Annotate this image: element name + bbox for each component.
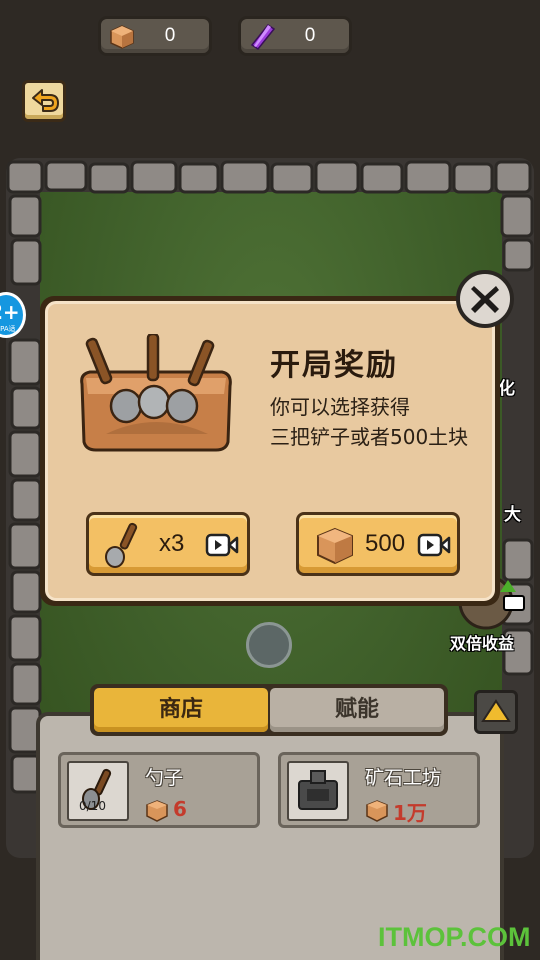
crystal-count: 0 bbox=[304, 25, 316, 46]
spoon-price: 6 bbox=[173, 797, 187, 821]
tab-shop[interactable]: 商店 bbox=[94, 688, 268, 732]
crystal-resource-counter: 0 bbox=[238, 16, 352, 56]
collapse-panel-button[interactable] bbox=[474, 690, 518, 734]
back-arrow-icon bbox=[32, 89, 59, 112]
workshop-machine-icon bbox=[298, 770, 338, 810]
dialog-description: 你可以选择获得 三把铲子或者500土块 bbox=[270, 392, 468, 452]
close-icon bbox=[471, 286, 499, 313]
dialog-body: 开局奖励 你可以选择获得 三把铲子或者500土块 x3 500 bbox=[45, 301, 495, 601]
spoon-thumbnail: 0/10 bbox=[67, 761, 129, 821]
dirt-cube-icon bbox=[366, 800, 388, 822]
claim-dirt-button[interactable]: 500 bbox=[296, 512, 460, 576]
opening-reward-dialog: 开局奖励 你可以选择获得 三把铲子或者500土块 x3 500 bbox=[40, 296, 500, 606]
close-dialog-button[interactable] bbox=[456, 270, 514, 328]
double-income-label: 双倍收益 bbox=[450, 634, 515, 653]
watermark: ITMOP.COM bbox=[378, 922, 531, 952]
triangle-up-icon bbox=[481, 699, 511, 722]
dirt-resource-counter: 0 bbox=[98, 16, 212, 56]
enlarge-button-label[interactable]: 大 bbox=[504, 500, 521, 525]
ore-workshop-name: 矿石工坊 bbox=[365, 767, 442, 789]
ore-workshop-price: 1万 bbox=[393, 801, 427, 825]
video-ad-icon bbox=[417, 533, 451, 557]
shovels-in-dirt-icon bbox=[80, 334, 232, 452]
dig-hole[interactable] bbox=[246, 622, 292, 668]
age-rating-number: 2+ bbox=[0, 300, 20, 324]
dirt-cube-icon bbox=[317, 527, 353, 565]
purple-crystal-icon bbox=[250, 24, 275, 50]
dialog-description-line2: 三把铲子或者500土块 bbox=[270, 425, 469, 449]
dirt-cube-icon bbox=[110, 25, 134, 49]
dialog-title: 开局奖励 bbox=[270, 348, 398, 383]
shop-item-spoon[interactable]: 0/10 勺子 6 bbox=[58, 752, 260, 828]
spoon-name: 勺子 bbox=[145, 767, 184, 789]
shovel-icon bbox=[105, 522, 138, 568]
dirt-cube-icon bbox=[146, 800, 168, 822]
shovel-count-label: x3 bbox=[159, 530, 185, 557]
dirt-amount-label: 500 bbox=[365, 530, 406, 557]
claim-shovels-button[interactable]: x3 bbox=[86, 512, 250, 576]
ore-workshop-thumbnail bbox=[287, 761, 349, 821]
dirt-count: 0 bbox=[164, 25, 176, 46]
panel-tabs: 商店 赋能 bbox=[90, 684, 448, 736]
dialog-description-line1: 你可以选择获得 bbox=[270, 395, 410, 419]
spoon-owned-count: 0/10 bbox=[79, 799, 106, 813]
tab-talent[interactable]: 赋能 bbox=[270, 688, 444, 732]
age-rating-caption: CADPA适龄提示 bbox=[0, 325, 15, 333]
video-ad-icon bbox=[205, 533, 239, 557]
upgrade-button-label[interactable]: 化 bbox=[498, 374, 515, 399]
back-button[interactable] bbox=[22, 80, 66, 122]
shop-item-ore-workshop[interactable]: 矿石工坊 1万 bbox=[278, 752, 480, 828]
